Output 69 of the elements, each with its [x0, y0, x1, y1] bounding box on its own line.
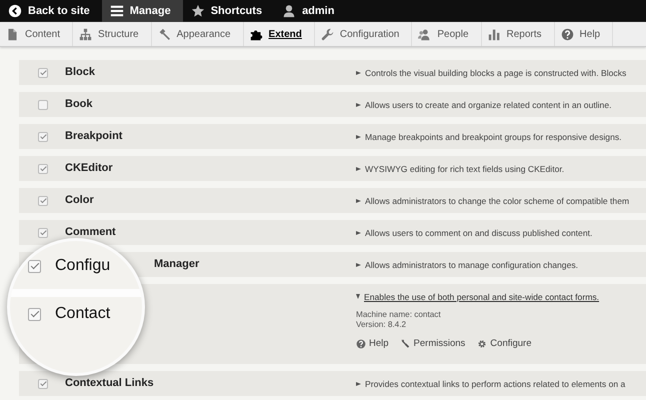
module-name: Contextual Links: [65, 377, 154, 389]
disclosure-triangle-icon[interactable]: [356, 166, 361, 170]
disclosure-triangle-icon[interactable]: [356, 262, 361, 266]
disclosure-triangle-icon[interactable]: [356, 382, 361, 386]
bar-chart-icon: [488, 28, 501, 40]
action-link[interactable]: Permissions: [400, 338, 466, 349]
module-description: Allows users to comment on and discuss published content.: [365, 228, 592, 238]
disclosure-triangle-icon[interactable]: [356, 134, 361, 138]
help-icon: [356, 338, 366, 348]
checkbox[interactable]: [38, 100, 48, 110]
module-name: Color: [65, 194, 94, 206]
checkbox[interactable]: [38, 164, 48, 174]
disclosure-triangle-icon[interactable]: [356, 294, 360, 299]
disclosure-triangle-icon[interactable]: [356, 70, 361, 74]
checkbox[interactable]: [38, 68, 48, 78]
module-name: Book: [65, 98, 92, 110]
menu-icon: [110, 4, 124, 18]
back-icon: [8, 4, 22, 18]
module-description: Controls the visual building blocks a page is constructed with. Blocks: [365, 68, 626, 78]
action-link[interactable]: Help: [356, 338, 389, 349]
module-name: Comment: [65, 226, 116, 238]
menu-tab[interactable]: Content: [0, 22, 74, 46]
module-name: Block: [65, 66, 95, 78]
disclosure-triangle-icon[interactable]: [356, 230, 361, 234]
module-name: Breakpoint: [65, 130, 122, 142]
toolbar-tab[interactable]: admin: [274, 0, 346, 22]
menu-tab[interactable]: People: [412, 22, 482, 46]
module-description: Manage breakpoints and breakpoint groups for responsive designs.: [365, 132, 622, 142]
menu-tab[interactable]: Appearance: [152, 22, 244, 46]
checkbox[interactable]: [28, 260, 41, 272]
module-name: Manager: [154, 258, 200, 270]
module-name: Configu: [55, 257, 110, 275]
module-name: Contact: [55, 305, 110, 323]
menu-tab[interactable]: Help: [554, 22, 614, 46]
checkbox[interactable]: [38, 228, 48, 238]
toolbar-tab[interactable]: Back to site: [0, 0, 102, 22]
gear-icon: [477, 338, 488, 348]
key-icon: [400, 338, 411, 348]
checkbox[interactable]: [38, 378, 48, 388]
description-link[interactable]: Enables the use of both personal and site-wide contact forms.: [364, 292, 600, 302]
module-description: WYSIWYG editing for rich text fields using CKEditor.: [365, 164, 564, 174]
toolbar-tab[interactable]: Shortcuts: [182, 0, 274, 22]
module-description: Provides contextual links to perform actions related to elements on a: [365, 378, 626, 388]
version-text: Version: 8.4.2: [356, 320, 406, 329]
menu-tab[interactable]: Extend: [244, 22, 315, 46]
module-description: Allows administrators to manage configuration changes.: [365, 260, 578, 270]
checkbox[interactable]: [38, 132, 48, 142]
menu-tab[interactable]: Reports: [482, 22, 555, 46]
hammer-icon: [158, 28, 171, 40]
document-icon: [6, 28, 19, 40]
user-icon: [282, 4, 296, 18]
module-name: CKEditor: [65, 162, 113, 174]
module-description: Allows users to create and organize related content in an outline.: [365, 100, 612, 110]
puzzle-icon: [250, 28, 263, 40]
menu-tab[interactable]: Configuration: [314, 22, 412, 46]
module-description: Allows administrators to change the color scheme of compatible them: [365, 196, 630, 206]
machine-name: Machine name: contact: [356, 310, 441, 319]
sitemap-icon: [79, 28, 92, 40]
menu-tab[interactable]: Structure: [73, 22, 152, 46]
help-icon: [560, 28, 574, 40]
checkbox[interactable]: [28, 308, 41, 320]
toolbar-tab[interactable]: Manage: [102, 0, 183, 22]
people-icon: [418, 28, 432, 40]
checkbox[interactable]: [38, 196, 48, 206]
star-icon: [190, 4, 205, 18]
disclosure-triangle-icon[interactable]: [356, 102, 361, 106]
disclosure-triangle-icon[interactable]: [356, 198, 361, 202]
action-link[interactable]: Configure: [477, 338, 532, 349]
wrench-icon: [320, 28, 334, 40]
